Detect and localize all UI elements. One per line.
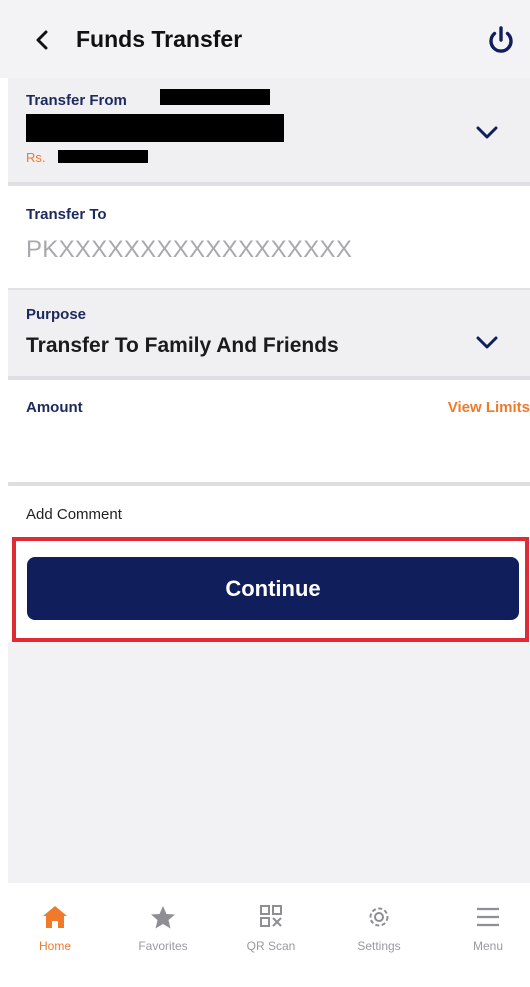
transfer-to-label: Transfer To [26, 206, 107, 223]
back-arrow-icon[interactable] [30, 26, 54, 54]
redacted-account-number [26, 114, 284, 142]
tab-label-qr-scan: QR Scan [246, 939, 296, 953]
purpose-value[interactable]: Transfer To Family And Friends [26, 334, 339, 358]
amount-section[interactable]: Amount View Limits [8, 380, 530, 486]
tab-label-settings: Settings [357, 939, 401, 953]
continue-button[interactable]: Continue [27, 557, 519, 620]
tab-favorites[interactable]: Favorites [123, 903, 203, 973]
content-background [8, 642, 530, 883]
chevron-down-icon[interactable] [474, 124, 500, 142]
page-title: Funds Transfer [76, 26, 243, 52]
gear-icon [369, 907, 389, 927]
transfer-to-section[interactable]: Transfer To PKXXXXXXXXXXXXXXXXXX [8, 186, 530, 288]
home-icon [43, 906, 67, 928]
power-icon[interactable] [484, 24, 518, 58]
tab-home[interactable]: Home [15, 903, 95, 973]
view-limits-link[interactable]: View Limits [448, 399, 530, 416]
tab-settings[interactable]: Settings [339, 903, 419, 973]
add-comment-field[interactable]: Add Comment [26, 506, 122, 523]
star-icon [151, 906, 175, 929]
purpose-label: Purpose [26, 306, 87, 323]
bottom-tab-bar: Home Favorites QR Scan Settings Menu [0, 883, 530, 987]
amount-label: Amount [26, 399, 83, 416]
transfer-from-section[interactable]: Transfer From Rs. [8, 78, 530, 186]
qr-icon [260, 905, 282, 927]
purpose-section[interactable]: Purpose Transfer To Family And Friends [8, 288, 530, 380]
tab-menu[interactable]: Menu [448, 903, 528, 973]
transfer-to-iban[interactable]: PKXXXXXXXXXXXXXXXXXX [26, 236, 352, 264]
tab-label-favorites: Favorites [138, 939, 188, 953]
tab-qr-scan[interactable]: QR Scan [231, 903, 311, 973]
redacted-account-name [160, 89, 270, 105]
redacted-balance [58, 150, 148, 163]
transfer-from-label: Transfer From [26, 92, 127, 109]
app-header: Funds Transfer [0, 0, 530, 78]
tab-label-menu: Menu [472, 939, 504, 953]
chevron-down-icon[interactable] [474, 334, 500, 352]
tab-label-home: Home [38, 939, 71, 953]
balance-prefix: Rs. [26, 150, 46, 165]
menu-icon [477, 907, 499, 927]
